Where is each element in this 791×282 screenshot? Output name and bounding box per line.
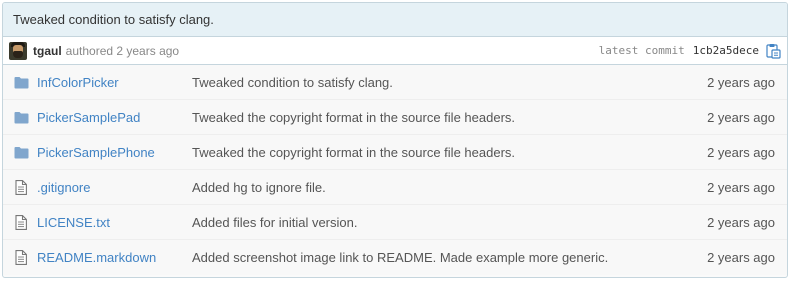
file-name-link[interactable]: InfColorPicker: [37, 75, 192, 90]
file-name-link[interactable]: README.markdown: [37, 250, 192, 265]
file-browser-panel: Tweaked condition to satisfy clang. tgau…: [2, 2, 788, 278]
commit-message-link[interactable]: Tweaked condition to satisfy clang.: [192, 75, 707, 90]
file-name-link[interactable]: PickerSamplePad: [37, 110, 192, 125]
commit-message-link[interactable]: Added screenshot image link to README. M…: [192, 250, 707, 265]
commit-meta-bar: tgaul authored 2 years ago latest commit…: [3, 37, 787, 65]
file-row[interactable]: PickerSamplePad Tweaked the copyright for…: [3, 100, 787, 135]
commit-age: 2 years ago: [707, 250, 775, 265]
folder-icon: [13, 144, 29, 160]
file-row[interactable]: PickerSamplePhone Tweaked the copyright f…: [3, 135, 787, 170]
folder-icon: [13, 109, 29, 125]
file-row[interactable]: README.markdown Added screenshot image li…: [3, 240, 787, 275]
commit-age: 2 years ago: [707, 144, 775, 160]
author-name[interactable]: tgaul: [33, 44, 62, 58]
commit-sha-link[interactable]: 1cb2a5dece: [693, 44, 759, 57]
commit-age: 2 years ago: [707, 179, 775, 195]
avatar[interactable]: [9, 41, 27, 60]
clipboard-icon[interactable]: [765, 43, 781, 59]
authored-time: authored 2 years ago: [65, 43, 180, 58]
file-icon: [13, 250, 29, 266]
commit-message-link[interactable]: Tweaked the copyright format in the sour…: [192, 145, 707, 160]
file-name-link[interactable]: LICENSE.txt: [37, 215, 192, 230]
file-icon: [13, 214, 29, 230]
folder-icon: [13, 74, 29, 90]
file-row[interactable]: LICENSE.txt Added files for initial versi…: [3, 205, 787, 240]
file-icon: [13, 179, 29, 195]
file-row[interactable]: InfColorPicker Tweaked condition to satis…: [3, 65, 787, 100]
file-row[interactable]: .gitignore Added hg to ignore file. 2 year…: [3, 170, 787, 205]
commit-age: 2 years ago: [707, 109, 775, 125]
commit-age: 2 years ago: [707, 214, 775, 230]
latest-commit-label: latest commit: [598, 44, 685, 57]
file-list: InfColorPicker Tweaked condition to satis…: [3, 65, 787, 275]
latest-commit-message[interactable]: Tweaked condition to satisfy clang.: [3, 3, 787, 37]
commit-message-link[interactable]: Added files for initial version.: [192, 215, 707, 230]
commit-message-link[interactable]: Added hg to ignore file.: [192, 180, 707, 195]
file-name-link[interactable]: PickerSamplePhone: [37, 145, 192, 160]
file-name-link[interactable]: .gitignore: [37, 180, 192, 195]
commit-message-link[interactable]: Tweaked the copyright format in the sour…: [192, 110, 707, 125]
commit-age: 2 years ago: [707, 74, 775, 90]
